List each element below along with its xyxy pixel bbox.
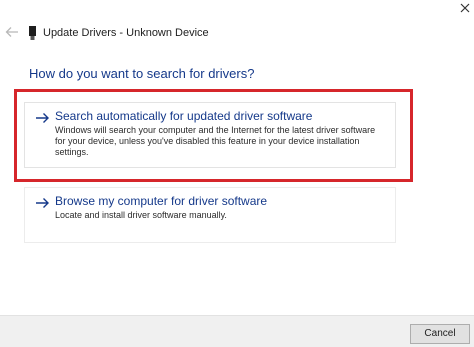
dialog-footer: Cancel bbox=[0, 315, 474, 347]
option-title: Browse my computer for driver software bbox=[55, 194, 268, 208]
page-heading: How do you want to search for drivers? bbox=[29, 66, 255, 81]
title-bar: Update Drivers - Unknown Device bbox=[0, 0, 474, 54]
window-title: Update Drivers - Unknown Device bbox=[43, 27, 209, 39]
right-arrow-icon bbox=[35, 196, 50, 208]
browse-computer-option[interactable]: Browse my computer for driver software L… bbox=[24, 187, 396, 243]
option-description: Locate and install driver software manua… bbox=[55, 210, 227, 220]
red-highlight-frame bbox=[14, 89, 413, 182]
close-icon[interactable] bbox=[455, 0, 474, 20]
cancel-button[interactable]: Cancel bbox=[410, 324, 470, 344]
back-arrow-icon[interactable] bbox=[2, 24, 22, 42]
update-drivers-window: Update Drivers - Unknown Device How do y… bbox=[0, 0, 474, 347]
usb-device-icon bbox=[28, 26, 37, 40]
